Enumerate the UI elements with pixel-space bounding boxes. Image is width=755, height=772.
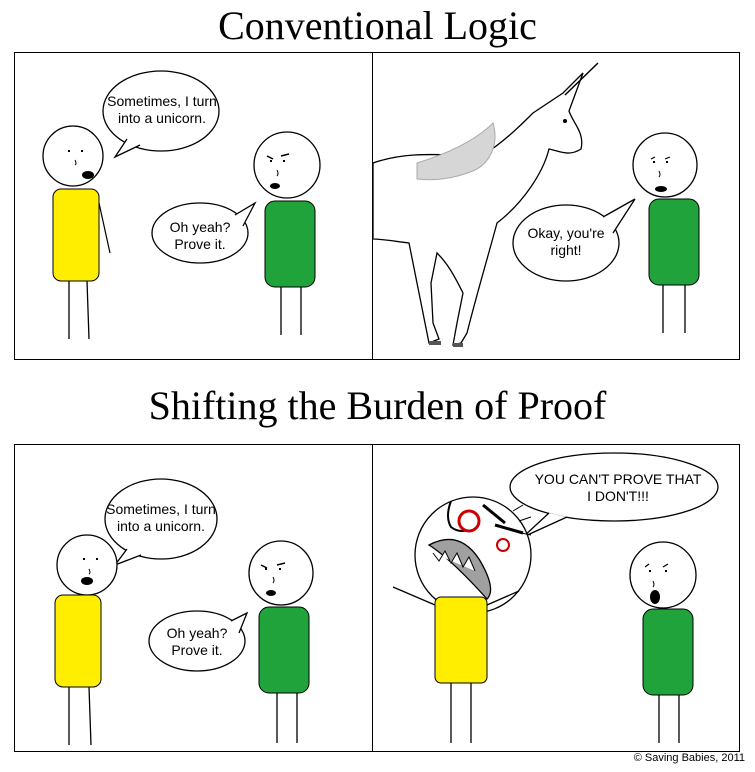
green-figure-2	[632, 132, 700, 333]
green-figure-3	[248, 540, 314, 743]
copyright-credit: © Saving Babies, 2011	[633, 752, 745, 764]
panel-2: Okay, you're right!	[372, 52, 740, 360]
panel-1: Sometimes, I turn into a unicorn. Oh yea…	[14, 52, 374, 360]
unicorn	[373, 62, 599, 347]
panel-2-drawing	[373, 62, 700, 347]
yellow-figure	[42, 125, 111, 340]
speech-green-1: Oh yeah? Prove it.	[169, 219, 231, 252]
green-figure	[253, 131, 321, 335]
speech-green-3: Oh yeah? Prove it.	[166, 625, 228, 658]
yellow-figure-3	[54, 534, 118, 746]
speech-yellow-1: Sometimes, I turn into a unicorn.	[107, 93, 217, 126]
shocked-green-figure	[629, 541, 697, 743]
title-conventional-logic: Conventional Logic	[218, 3, 537, 48]
panel-3: Sometimes, I turn into a unicorn. Oh yea…	[14, 444, 374, 752]
angry-yellow-figure	[392, 496, 532, 743]
title-shifting-burden: Shifting the Burden of Proof	[148, 383, 607, 428]
speech-yellow-4: YOU CAN'T PROVE THAT I DON'T!!!	[534, 471, 702, 504]
panel-3-drawing	[54, 478, 314, 746]
speech-green-2: Okay, you're right!	[527, 225, 605, 258]
panel-4: YOU CAN'T PROVE THAT I DON'T!!!	[372, 444, 740, 752]
speech-yellow-3: Sometimes, I turn into a unicorn.	[106, 501, 216, 534]
